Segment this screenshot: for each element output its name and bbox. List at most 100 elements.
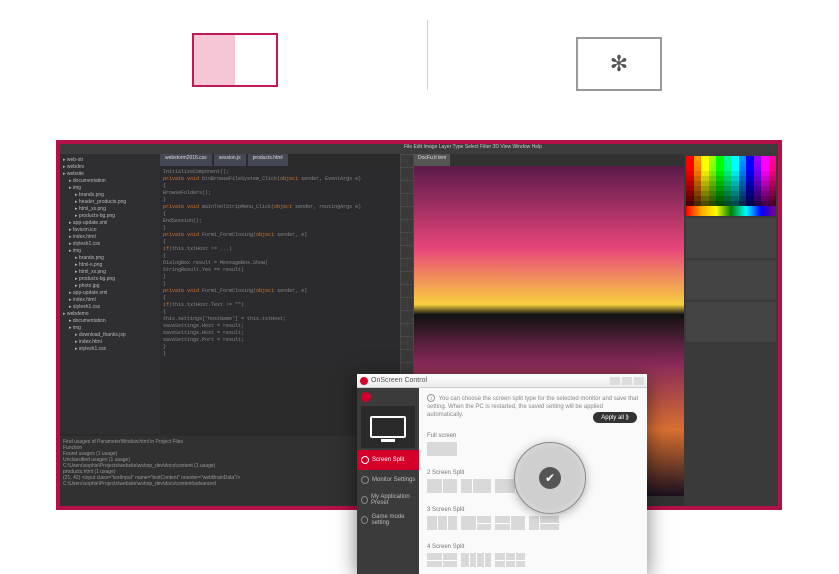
tree-item[interactable]: ▸ webdemo [63,311,157,318]
tree-item[interactable]: ▸ web-str [63,157,157,164]
tree-item[interactable]: ▸ products-bg.png [63,276,157,283]
osc-titlebar[interactable]: OnScreen Control [357,374,647,388]
tree-item[interactable]: ▸ download_thanks.jsp [63,332,157,339]
editor-tab[interactable]: webstorm2016.css [160,154,212,166]
tool-button[interactable] [401,194,413,206]
code-editor[interactable]: InitializeComponent();private void btnBr… [160,166,400,366]
tool-button[interactable] [401,155,413,167]
code-line: { [163,253,397,260]
tree-item[interactable]: ▸ img [63,185,157,192]
menu-label: Game mode setting [371,514,419,526]
tree-item[interactable]: ▸ stylesh1.css [63,304,157,311]
tool-button[interactable] [401,220,413,232]
code-line: } [163,225,397,232]
tool-button[interactable] [401,285,413,297]
code-line: this.settings['hostName'] = this.txtHost… [163,316,397,323]
tool-button[interactable] [401,168,413,180]
code-line: } [163,344,397,351]
tree-item[interactable]: ▸ photo.jpg [63,283,157,290]
usage-line[interactable]: C:\Users\sophie\Projects\website\wshop_d… [63,481,397,487]
layout-option[interactable] [427,442,457,456]
tree-item[interactable]: ▸ app-update.xml [63,220,157,227]
panel[interactable] [686,218,776,258]
layout-option[interactable] [461,516,491,530]
menu-icon [361,456,369,464]
editor-tab[interactable]: session.js [214,154,246,166]
tree-item[interactable]: ▸ webdev [63,164,157,171]
image-editor-menubar[interactable]: File Edit Image Layer Type Select Filter… [400,144,778,154]
tree-item[interactable]: ▸ index.html [63,339,157,346]
osc-content: i You can choose the screen split type f… [419,388,647,574]
tree-item[interactable]: ▸ brands.png [63,192,157,199]
layout-option[interactable] [427,479,457,493]
maximize-button[interactable] [622,377,632,385]
panels-dock [684,154,778,506]
tree-item[interactable]: ▸ stylesh1.css [63,241,157,248]
minimize-button[interactable] [610,377,620,385]
ide-window: ▸ web-str▸ webdev▸ website▸ documentatio… [60,144,400,506]
tool-button[interactable] [401,298,413,310]
code-line: private void mainToolStripMenu_Click(obj… [163,204,397,211]
onscreen-control-dialog: OnScreen Control Screen SplitMonitor Set… [357,374,647,574]
layout-option[interactable] [495,553,525,567]
divider [427,20,428,90]
panel[interactable] [686,260,776,300]
app-icon [360,377,368,385]
split-screen-toggle[interactable] [192,33,278,87]
monitor-preview [361,406,415,448]
osc-menu-item[interactable]: Screen Split [357,450,419,470]
code-line: } [163,197,397,204]
tool-button[interactable] [401,246,413,258]
project-tree[interactable]: ▸ web-str▸ webdev▸ website▸ documentatio… [60,154,160,434]
tree-item[interactable]: ▸ favicon.ico [63,227,157,234]
magnifier-overlay: ✔ [514,442,586,514]
layout-option[interactable] [427,516,457,530]
layout-option[interactable] [427,553,457,567]
tree-item[interactable]: ▸ header_products.png [63,199,157,206]
tree-item[interactable]: ▸ img [63,325,157,332]
info-icon: i [427,394,435,402]
panel[interactable] [686,302,776,342]
tree-item[interactable]: ▸ index.html [63,234,157,241]
tree-item[interactable]: ▸ documentation [63,178,157,185]
tool-button[interactable] [401,324,413,336]
find-usages-panel[interactable]: Find usages of ParameterWindow.html in P… [60,436,400,506]
tool-button[interactable] [401,337,413,349]
tool-button[interactable] [401,311,413,323]
swatches-panel[interactable] [686,156,776,216]
apply-all-button[interactable]: Apply all ⟫ [593,412,637,423]
tree-item[interactable]: ▸ products-bg.png [63,213,157,220]
tree-item[interactable]: ▸ stylesh1.css [63,346,157,353]
tool-button[interactable] [401,259,413,271]
code-line: private void Form1_FormClosing(object se… [163,232,397,239]
tool-button[interactable] [401,207,413,219]
osc-menu-item[interactable]: My Application Preset [357,490,419,510]
tool-button[interactable] [401,181,413,193]
editor-tab[interactable]: products.html [248,154,288,166]
tree-item[interactable]: ▸ app-update.xml [63,290,157,297]
layout-option[interactable] [461,479,491,493]
code-line: BrowseFolders(); [163,190,397,197]
layout-option[interactable] [461,553,491,567]
loading-icon: ✻ [610,51,628,77]
loading-toggle[interactable]: ✻ [576,37,662,91]
layout-option[interactable] [495,516,525,530]
osc-menu-item[interactable]: Monitor Settings [357,470,419,490]
tree-item[interactable]: ▸ html-s.png [63,262,157,269]
tree-item[interactable]: ▸ index.html [63,297,157,304]
document-tab[interactable]: DocFu.ti tem [414,154,450,166]
tool-button[interactable] [401,272,413,284]
tool-button[interactable] [401,350,413,362]
close-button[interactable] [634,377,644,385]
osc-menu-item[interactable]: Game mode setting [357,510,419,530]
tree-item[interactable]: ▸ html_xs.png [63,269,157,276]
tree-item[interactable]: ▸ img [63,248,157,255]
osc-sidebar: Screen SplitMonitor SettingsMy Applicati… [357,388,419,574]
tree-item[interactable]: ▸ website [63,171,157,178]
layout-option[interactable] [529,516,559,530]
tree-item[interactable]: ▸ html_xs.png [63,206,157,213]
tree-item[interactable]: ▸ documentation [63,318,157,325]
tree-item[interactable]: ▸ brands.png [63,255,157,262]
tool-button[interactable] [401,233,413,245]
menu-icon [361,476,369,484]
